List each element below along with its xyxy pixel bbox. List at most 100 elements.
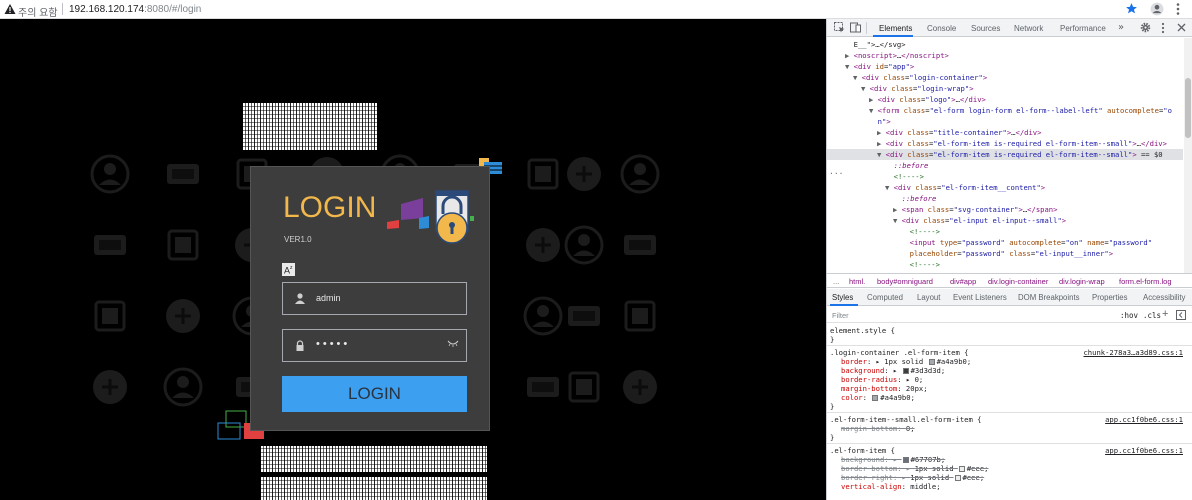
rule-separator bbox=[827, 412, 1192, 413]
styles-subtab-layout[interactable]: Layout bbox=[917, 293, 940, 302]
breadcrumb-item[interactable]: ... bbox=[833, 277, 839, 286]
color-swatch[interactable] bbox=[902, 368, 909, 374]
rule-source-link[interactable]: app.cc1f0be6.css:1 bbox=[1105, 446, 1183, 455]
rule-source-link[interactable]: chunk-278a3…a3d89.css:1 bbox=[1083, 348, 1183, 357]
toggle-sidebar-icon[interactable] bbox=[1176, 310, 1186, 320]
rule-selector[interactable]: .el-form-item {app.cc1f0be6.css:1 bbox=[827, 446, 1187, 455]
breadcrumb-item[interactable]: body#omniguard bbox=[877, 277, 933, 286]
color-swatch[interactable] bbox=[872, 395, 879, 401]
css-property-line[interactable]: margin-bottom: 20px; bbox=[827, 384, 1187, 393]
show-password-eye-icon[interactable] bbox=[447, 338, 459, 348]
password-field[interactable]: ••••• bbox=[282, 329, 467, 362]
dom-node-line[interactable]: <!----> bbox=[827, 226, 1183, 237]
bookmark-star-icon[interactable] bbox=[1125, 2, 1138, 15]
dom-node-line[interactable]: ▼ <div id="app"> bbox=[827, 61, 1183, 72]
tab-sources[interactable]: Sources bbox=[971, 24, 1000, 33]
dom-scrollbar-thumb[interactable] bbox=[1185, 78, 1191, 138]
dom-node-line[interactable]: ▼ <form class="el-form login-form el-for… bbox=[827, 105, 1183, 116]
dom-node-line[interactable]: ▶ <span class="svg-container">…</span> bbox=[827, 204, 1183, 215]
styles-subtab-properties[interactable]: Properties bbox=[1092, 293, 1128, 302]
dom-node-line[interactable]: ▼ <div class="el-form-item__content"> bbox=[827, 182, 1183, 193]
background-decor-icon bbox=[567, 157, 601, 191]
dom-node-line[interactable]: ▼ <div class="login-container"> bbox=[827, 72, 1183, 83]
security-warning-label[interactable]: 주의 요함 bbox=[18, 4, 58, 19]
rule-separator bbox=[827, 345, 1192, 346]
breadcrumb-item[interactable]: div.login-container bbox=[988, 277, 1048, 286]
dom-node-line[interactable]: ▼ <div class="el-input el-input--small"> bbox=[827, 215, 1183, 226]
background-decor-icon bbox=[624, 300, 656, 332]
username-value: admin bbox=[316, 293, 341, 303]
breadcrumb-item[interactable]: div#app bbox=[950, 277, 976, 286]
login-button[interactable]: LOGIN bbox=[282, 376, 467, 412]
color-swatch[interactable] bbox=[928, 359, 935, 365]
cls-toggle[interactable]: .cls bbox=[1143, 311, 1161, 320]
url-field[interactable]: 192.168.120.174:8080/#/login bbox=[69, 4, 201, 15]
device-toolbar-icon[interactable] bbox=[850, 22, 861, 33]
styles-subtab-dom-breakpoints[interactable]: DOM Breakpoints bbox=[1018, 293, 1080, 302]
dom-node-line[interactable]: ::before bbox=[827, 160, 1183, 171]
css-property-line[interactable]: margin-bottom: 0; bbox=[827, 424, 1187, 433]
css-property-line[interactable]: background: ▸ #3d3d3d; bbox=[827, 366, 1187, 375]
username-field[interactable]: admin bbox=[282, 282, 467, 315]
breadcrumb-item[interactable]: div.login-wrap bbox=[1059, 277, 1105, 286]
rule-selector[interactable]: .el-form-item--small.el-form-item {app.c… bbox=[827, 415, 1187, 424]
selected-node-ellipsis[interactable]: ··· bbox=[829, 168, 843, 179]
browser-menu-icon[interactable] bbox=[1173, 2, 1183, 16]
more-tabs-button[interactable]: » bbox=[1118, 22, 1124, 33]
dom-node-line[interactable]: placeholder="password" class="el-input__… bbox=[827, 248, 1183, 259]
profile-avatar-icon[interactable] bbox=[1150, 2, 1164, 16]
dom-node-line[interactable]: n"> bbox=[827, 116, 1183, 127]
css-property-line[interactable]: border-right: ▸ 1px solid #eee; bbox=[827, 473, 1187, 482]
dom-node-line[interactable]: ::before bbox=[827, 193, 1183, 204]
color-swatch[interactable] bbox=[958, 466, 965, 472]
warning-triangle-icon[interactable] bbox=[4, 3, 16, 15]
css-property-line[interactable]: border-radius: ▸ 0; bbox=[827, 375, 1187, 384]
css-property-line[interactable]: background: ▸ #67707b; bbox=[827, 455, 1187, 464]
dom-node-line[interactable]: ▶ <div class="logo">…</div> bbox=[827, 94, 1183, 105]
tab-network[interactable]: Network bbox=[1014, 24, 1043, 33]
dom-node-line[interactable]: ▶ <noscript>…</noscript> bbox=[827, 50, 1183, 61]
rule-close-brace[interactable]: } bbox=[827, 335, 1187, 344]
gear-icon[interactable] bbox=[1140, 22, 1151, 33]
dom-scrollbar[interactable] bbox=[1184, 38, 1192, 273]
rule-selector[interactable]: element.style { bbox=[827, 326, 1187, 335]
dom-tree[interactable]: E__">…</svg> ▶ <noscript>…</noscript> ▼ <d… bbox=[827, 38, 1192, 273]
dom-node-line[interactable]: <input type="password" autocomplete="on"… bbox=[827, 237, 1183, 248]
filter-input[interactable]: Filter bbox=[832, 311, 849, 320]
new-style-rule-button[interactable]: + bbox=[1162, 308, 1168, 320]
rule-selector[interactable]: .login-container .el-form-item {chunk-27… bbox=[827, 348, 1187, 357]
styles-subtab-styles[interactable]: Styles bbox=[832, 293, 853, 302]
dom-node-line[interactable]: <!----> bbox=[827, 259, 1183, 270]
tab-console[interactable]: Console bbox=[927, 24, 956, 33]
css-property-line[interactable]: color: #a4a9b0; bbox=[827, 393, 1187, 402]
tab-performance[interactable]: Performance bbox=[1060, 24, 1106, 33]
background-decor-icon bbox=[568, 371, 600, 403]
language-toggle-icon[interactable]: A z bbox=[282, 263, 295, 276]
breadcrumb-item[interactable]: html. bbox=[849, 277, 865, 286]
styles-subtab-computed[interactable]: Computed bbox=[867, 293, 903, 302]
dom-node-line[interactable]: E__">…</svg> bbox=[827, 39, 1183, 50]
dom-node-line[interactable]: ▼ <div class="login-wrap"> bbox=[827, 83, 1183, 94]
close-icon[interactable] bbox=[1176, 22, 1187, 33]
url-host: 192.168.120.174 bbox=[69, 4, 145, 15]
color-swatch[interactable] bbox=[902, 457, 909, 463]
rule-source-link[interactable]: app.cc1f0be6.css:1 bbox=[1105, 415, 1183, 424]
background-decor-icon bbox=[526, 228, 560, 262]
dom-node-line[interactable]: ▶ <div class="el-form-item is-required e… bbox=[827, 138, 1183, 149]
styles-subtab-accessibility[interactable]: Accessibility bbox=[1143, 293, 1185, 302]
color-swatch[interactable] bbox=[954, 475, 961, 481]
dom-node-line[interactable]: <!----> bbox=[827, 171, 1183, 182]
css-property-line[interactable]: border-bottom: ▸ 1px solid #eee; bbox=[827, 464, 1187, 473]
hov-toggle[interactable]: :hov bbox=[1120, 311, 1138, 320]
devtools-menu-icon[interactable] bbox=[1160, 22, 1166, 34]
rule-close-brace[interactable]: } bbox=[827, 402, 1187, 411]
rule-close-brace[interactable]: } bbox=[827, 433, 1187, 442]
dom-node-line[interactable]: ▶ <div class="title-container">…</div> bbox=[827, 127, 1183, 138]
dom-node-line[interactable]: ▼ <div class="el-form-item is-required e… bbox=[827, 149, 1183, 160]
tab-elements[interactable]: Elements bbox=[879, 24, 912, 33]
css-property-line[interactable]: vertical-align: middle; bbox=[827, 482, 1187, 491]
breadcrumb-item[interactable]: form.el-form.log bbox=[1119, 277, 1172, 286]
inspect-element-icon[interactable] bbox=[834, 22, 845, 33]
css-property-line[interactable]: border: ▸ 1px solid #a4a9b0; bbox=[827, 357, 1187, 366]
styles-subtab-event-listeners[interactable]: Event Listeners bbox=[953, 293, 1007, 302]
